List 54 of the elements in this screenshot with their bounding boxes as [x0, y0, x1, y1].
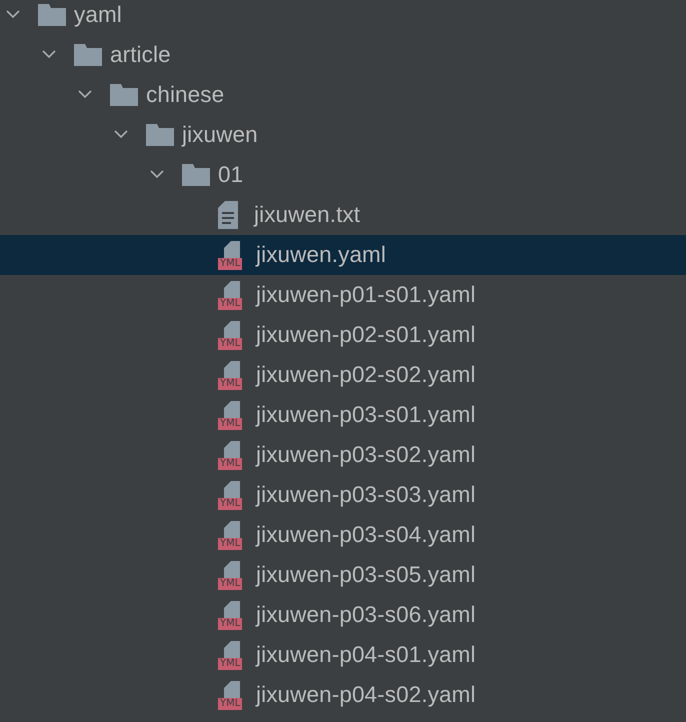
- folder-name: chinese: [146, 82, 224, 108]
- file-name: jixuwen-p03-s01.yaml: [256, 402, 476, 428]
- yml-badge-icon: YML: [218, 298, 242, 310]
- folder-name: 01: [218, 162, 244, 188]
- file-name: jixuwen-p02-s02.yaml: [256, 362, 476, 388]
- tree-row[interactable]: YML jixuwen-p03-s05.yaml: [0, 555, 686, 595]
- file-name: jixuwen.yaml: [256, 242, 386, 268]
- folder-icon: [146, 124, 174, 146]
- tree-row[interactable]: YML jixuwen.yaml: [0, 235, 686, 275]
- file-name: jixuwen-p04-s01.yaml: [256, 642, 476, 668]
- folder-name: jixuwen: [182, 122, 258, 148]
- yml-badge-icon: YML: [218, 618, 242, 630]
- yml-badge-icon: YML: [218, 498, 242, 510]
- tree-row[interactable]: jixuwen: [0, 115, 686, 155]
- tree-row[interactable]: article: [0, 35, 686, 75]
- tree-row[interactable]: YML jixuwen-p04-s02.yaml: [0, 675, 686, 715]
- folder-name: article: [110, 42, 171, 68]
- tree-row[interactable]: YML jixuwen-p03-s06.yaml: [0, 595, 686, 635]
- tree-row[interactable]: YML jixuwen-p03-s02.yaml: [0, 435, 686, 475]
- tree-row[interactable]: YML jixuwen-p03-s01.yaml: [0, 395, 686, 435]
- folder-name: yaml: [74, 2, 122, 28]
- tree-row[interactable]: YML jixuwen-p03-s04.yaml: [0, 515, 686, 555]
- file-name: jixuwen-p01-s01.yaml: [256, 282, 476, 308]
- tree-row[interactable]: YML jixuwen-p03-s03.yaml: [0, 475, 686, 515]
- file-name: jixuwen-p03-s06.yaml: [256, 602, 476, 628]
- yml-badge-icon: YML: [218, 538, 242, 550]
- file-name: jixuwen-p04-s02.yaml: [256, 682, 476, 708]
- tree-row[interactable]: 01: [0, 155, 686, 195]
- yml-badge-icon: YML: [218, 378, 242, 390]
- file-name: jixuwen-p03-s02.yaml: [256, 442, 476, 468]
- tree-row[interactable]: jixuwen.txt: [0, 195, 686, 235]
- file-name: jixuwen-p03-s05.yaml: [256, 562, 476, 588]
- yml-badge-icon: YML: [218, 658, 242, 670]
- file-name: jixuwen.txt: [254, 202, 360, 228]
- tree-row[interactable]: YML jixuwen-p01-s01.yaml: [0, 275, 686, 315]
- yml-badge-icon: YML: [218, 458, 242, 470]
- folder-icon: [38, 4, 66, 26]
- tree-row[interactable]: YML jixuwen-p04-s01.yaml: [0, 635, 686, 675]
- tree-row[interactable]: yaml: [0, 0, 686, 35]
- file-name: jixuwen-p03-s03.yaml: [256, 482, 476, 508]
- tree-row[interactable]: chinese: [0, 75, 686, 115]
- tree-row[interactable]: YML jixuwen-p02-s02.yaml: [0, 355, 686, 395]
- folder-icon: [74, 44, 102, 66]
- tree-row[interactable]: YML jixuwen-p02-s01.yaml: [0, 315, 686, 355]
- folder-icon: [182, 164, 210, 186]
- file-name: jixuwen-p03-s04.yaml: [256, 522, 476, 548]
- yml-badge-icon: YML: [218, 258, 242, 270]
- yml-badge-icon: YML: [218, 338, 242, 350]
- yml-badge-icon: YML: [218, 698, 242, 710]
- yml-badge-icon: YML: [218, 418, 242, 430]
- folder-icon: [110, 84, 138, 106]
- text-file-icon: [218, 201, 238, 229]
- yml-badge-icon: YML: [218, 578, 242, 590]
- file-name: jixuwen-p02-s01.yaml: [256, 322, 476, 348]
